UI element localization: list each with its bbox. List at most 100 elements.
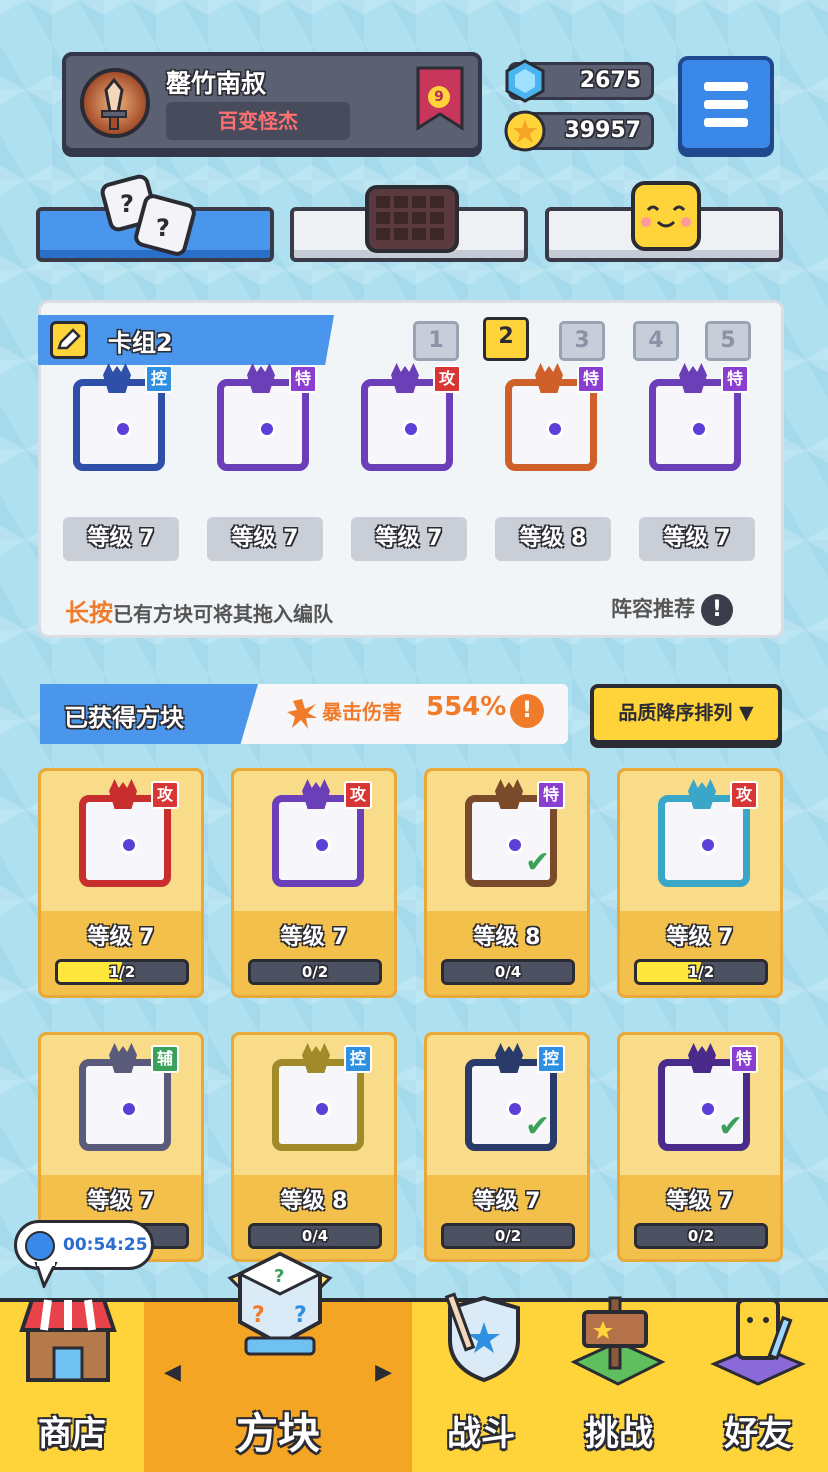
block-icon: 攻	[642, 779, 762, 899]
deck-block-card[interactable]: 特	[489, 363, 609, 483]
burst-icon	[287, 699, 317, 729]
nav-friends[interactable]: 好友	[688, 1298, 828, 1472]
coin-counter[interactable]: 39957	[504, 110, 654, 152]
deck-tab-5[interactable]: 5	[705, 321, 751, 361]
block-type-tag: 特	[289, 365, 317, 393]
check-icon: ✔	[718, 1109, 744, 1144]
block-core	[120, 836, 138, 854]
shop-icon	[19, 1298, 117, 1382]
block-type-tag: 控	[344, 1045, 372, 1073]
upgrade-progress-bar: 0/2	[634, 1223, 768, 1249]
dragon-horn	[495, 1043, 523, 1073]
block-type-tag: 特	[577, 365, 605, 393]
block-core	[258, 420, 276, 438]
dragon-horn	[495, 779, 523, 809]
upgrade-progress-bar: 0/2	[248, 959, 382, 985]
nav-friends-label: 好友	[724, 1414, 792, 1454]
player-profile-panel[interactable]: 罄竹南叔 百变怪杰 9	[62, 52, 482, 152]
progress-text: 0/4	[301, 1227, 329, 1245]
block-level: 等级 7	[87, 925, 155, 950]
owned-block-card[interactable]: 控 ✔ 等级 7 0/2	[424, 1032, 590, 1262]
svg-text:?: ?	[294, 1303, 307, 1328]
owned-block-card[interactable]: 攻等级 7 0/2	[231, 768, 397, 998]
nav-right-arrow[interactable]: ▶	[375, 1360, 392, 1385]
sort-dropdown[interactable]: 品质降序排列 ▼	[590, 684, 782, 744]
crit-value: 554%	[426, 692, 507, 722]
board-icon	[365, 185, 459, 253]
deck-block-card[interactable]: 攻	[345, 363, 465, 483]
nav-battle[interactable]: 战斗	[412, 1292, 550, 1472]
deck-block-card[interactable]: 特	[633, 363, 753, 483]
progress-text: 1/2	[108, 963, 136, 981]
hint-text: 已有方块可将其拖入编队	[113, 602, 333, 626]
deck-block-level: 等级 7	[639, 517, 755, 561]
rank-badge[interactable]: 9	[414, 66, 466, 132]
owned-block-card[interactable]: 攻等级 7 1/2	[617, 768, 783, 998]
coin-icon	[504, 110, 546, 152]
block-icon: 特 ✔	[449, 779, 569, 899]
owned-block-card[interactable]: 特 ✔ 等级 7 0/2	[617, 1032, 783, 1262]
block-type-tag: 攻	[730, 781, 758, 809]
deck-tab-3[interactable]: 3	[559, 321, 605, 361]
dragon-horn	[535, 363, 563, 393]
owned-block-card[interactable]: 攻等级 7 1/2	[38, 768, 204, 998]
bottom-nav: 商店 ? ? ? ◀ ▶ 方块 战斗 挑战 好友	[0, 1251, 828, 1472]
deck-block-level: 等级 7	[207, 517, 323, 561]
edit-deck-button[interactable]	[50, 321, 88, 359]
block-core	[313, 836, 331, 854]
svg-text:?: ?	[120, 190, 134, 218]
dragon-horn	[688, 779, 716, 809]
block-level: 等级 8	[280, 1189, 348, 1214]
menu-button[interactable]	[678, 56, 774, 152]
nav-left-arrow[interactable]: ◀	[164, 1360, 181, 1385]
pencil-icon	[57, 328, 81, 350]
dragon-horn	[302, 779, 330, 809]
gem-icon	[505, 59, 545, 103]
nav-shop-label: 商店	[38, 1414, 106, 1454]
coin-count: 39957	[564, 118, 641, 143]
gem-counter[interactable]: 2675	[505, 59, 654, 103]
deck-header[interactable]: 卡组2	[38, 315, 334, 365]
deck-block-card[interactable]: 特	[201, 363, 321, 483]
bubble-tail	[34, 1262, 58, 1288]
block-level: 等级 7	[666, 1189, 734, 1214]
shield-sword-icon	[444, 1292, 520, 1383]
player-name: 罄竹南叔	[166, 69, 267, 98]
block-type-tag: 特	[730, 1045, 758, 1073]
nav-challenge-label: 挑战	[585, 1414, 653, 1454]
block-type-tag: 控	[537, 1045, 565, 1073]
block-type-tag: 攻	[433, 365, 461, 393]
block-icon: 控	[256, 1043, 376, 1163]
block-icon: 控 ✔	[449, 1043, 569, 1163]
block-core	[506, 836, 524, 854]
recommend-label: 阵容推荐	[611, 597, 695, 621]
nav-battle-label: 战斗	[447, 1414, 515, 1454]
player-title: 百变怪杰	[166, 102, 350, 140]
owned-block-card[interactable]: 控等级 8 0/4	[231, 1032, 397, 1262]
nav-challenge[interactable]: 挑战	[550, 1296, 688, 1472]
upgrade-progress-bar: 0/4	[441, 959, 575, 985]
block-type-tag: 特	[721, 365, 749, 393]
deck-tab-1[interactable]: 1	[413, 321, 459, 361]
deck-tab-4[interactable]: 4	[633, 321, 679, 361]
upgrade-progress-bar: 0/2	[441, 1223, 575, 1249]
svg-text:?: ?	[156, 214, 170, 242]
block-level: 等级 7	[87, 1189, 155, 1214]
block-level: 等级 8	[473, 925, 541, 950]
timer-text: 00:54:25	[63, 1235, 148, 1255]
lineup-recommend-button[interactable]: 阵容推荐!	[611, 593, 733, 626]
owned-block-card[interactable]: 特 ✔ 等级 8 0/4	[424, 768, 590, 998]
nav-shop[interactable]: 商店	[0, 1298, 144, 1472]
block-core	[402, 420, 420, 438]
nav-blocks[interactable]: ? ? ? ◀ ▶ 方块	[144, 1251, 412, 1472]
crit-info-icon[interactable]: !	[510, 694, 544, 728]
block-core	[546, 420, 564, 438]
deck-block-level: 等级 8	[495, 517, 611, 561]
dragon-horn	[688, 1043, 716, 1073]
deck-tab-2[interactable]: 2	[483, 317, 529, 361]
deck-block-card[interactable]: 控	[57, 363, 177, 483]
signboard-icon	[570, 1296, 666, 1386]
nav-blocks-label: 方块	[235, 1409, 320, 1458]
avatar[interactable]	[80, 68, 150, 138]
progress-text: 1/2	[687, 963, 715, 981]
